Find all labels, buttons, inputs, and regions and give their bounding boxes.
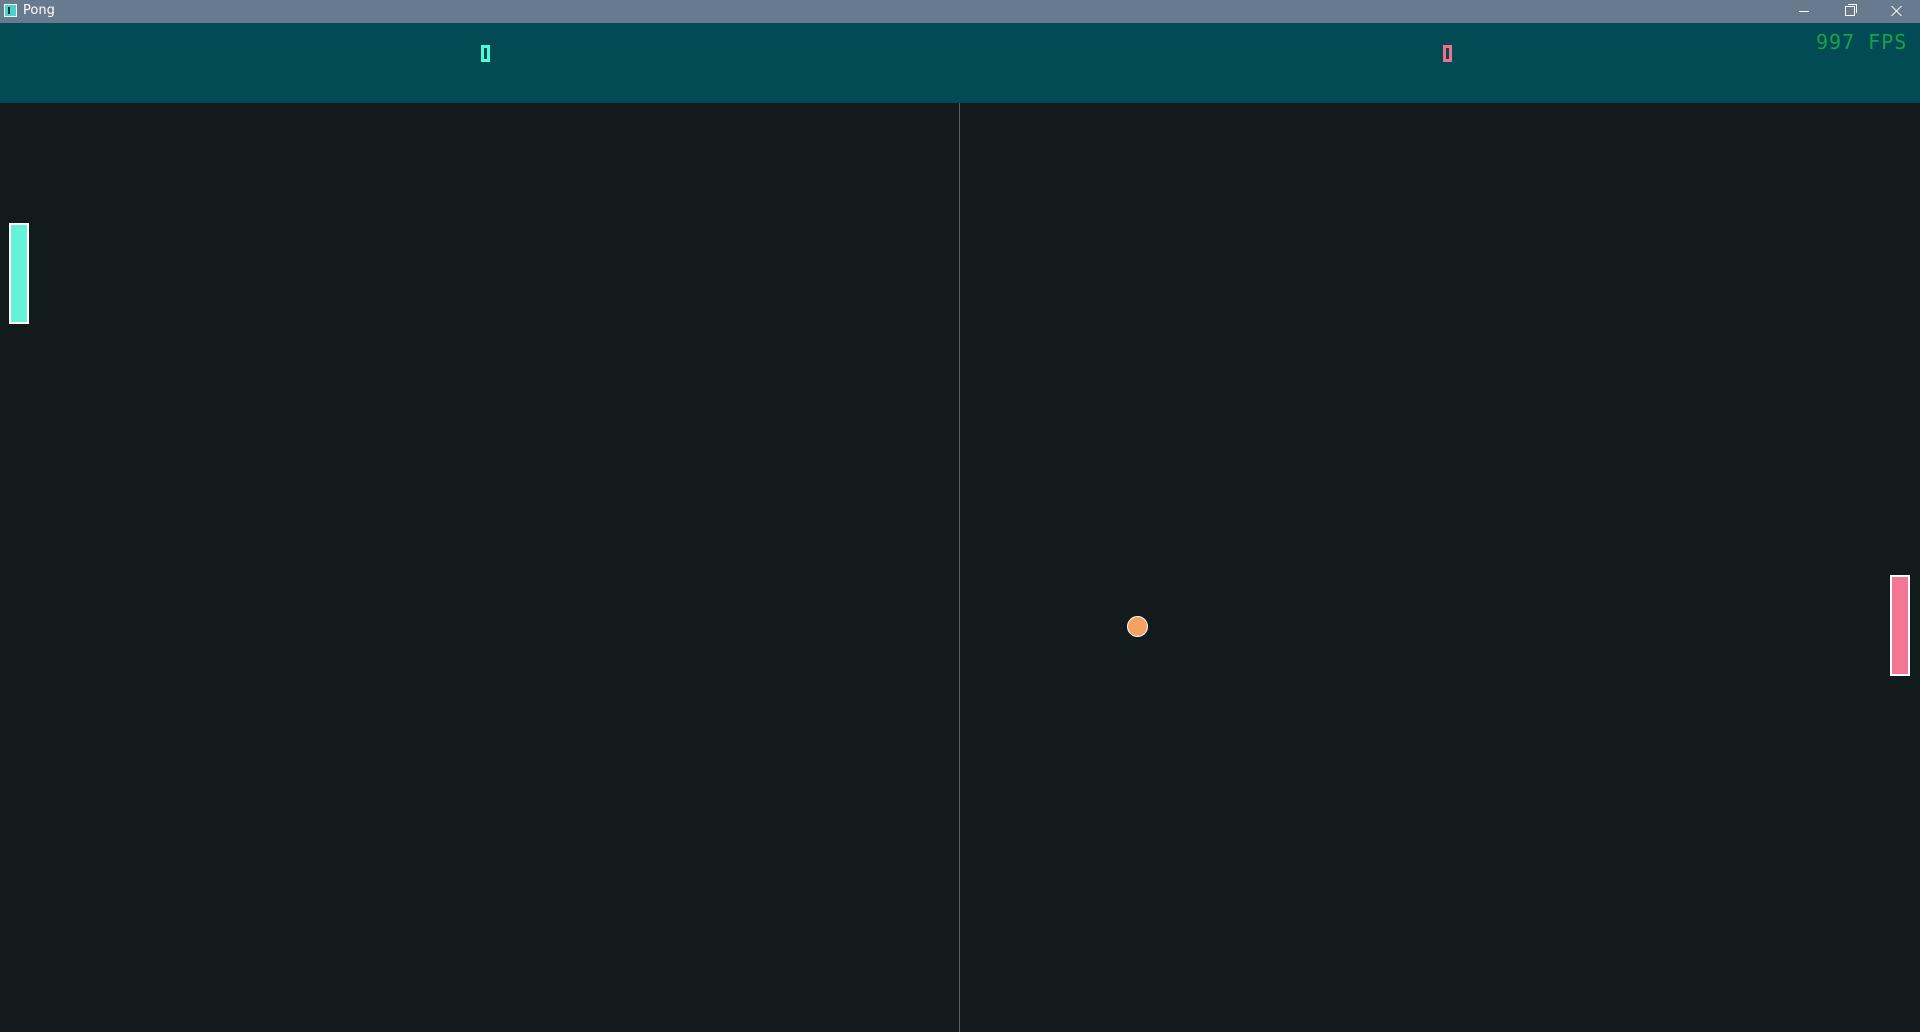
minimize-button[interactable] bbox=[1781, 0, 1827, 23]
left-player-score: 0 bbox=[481, 45, 490, 62]
ball bbox=[1127, 616, 1148, 637]
title-bar[interactable]: Pong bbox=[0, 0, 1920, 23]
center-net-line bbox=[959, 103, 960, 1032]
restore-icon bbox=[1845, 4, 1857, 16]
close-button[interactable] bbox=[1873, 0, 1919, 23]
right-score-digit bbox=[1443, 45, 1452, 62]
window-title: Pong bbox=[23, 3, 55, 18]
fps-counter: 997 FPS bbox=[1816, 30, 1908, 54]
left-paddle bbox=[9, 223, 29, 324]
score-header: 0 0 997 FPS bbox=[0, 23, 1920, 103]
playfield bbox=[0, 103, 1920, 1032]
right-paddle bbox=[1890, 575, 1910, 676]
app-icon bbox=[4, 4, 17, 17]
close-icon bbox=[1890, 4, 1904, 18]
right-player-score: 0 bbox=[1443, 45, 1452, 62]
left-score-digit bbox=[481, 45, 490, 62]
maximize-button[interactable] bbox=[1827, 0, 1873, 23]
pong-window: Pong 0 0 997 FPS bbox=[0, 0, 1920, 1032]
minimize-icon bbox=[1799, 11, 1809, 12]
